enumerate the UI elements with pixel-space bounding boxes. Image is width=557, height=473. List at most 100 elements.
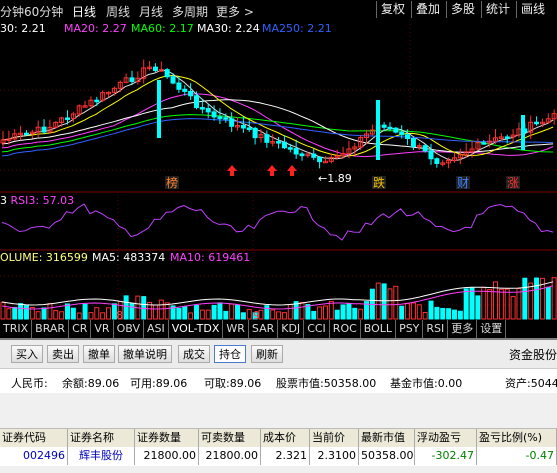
candle: [434, 158, 440, 164]
column-header[interactable]: 最新市值: [359, 429, 415, 447]
account-summary: 人民币: 余额:89.06 可用:89.06 可取:89.06 股票市值:503…: [0, 369, 557, 393]
cancel-help-button[interactable]: 撤单说明: [118, 345, 172, 363]
indicator-tab-more[interactable]: 更多: [448, 320, 478, 338]
rsi-legend: 3 RSI3: 57.03: [0, 194, 74, 207]
indicator-tab-rsi[interactable]: RSI: [423, 320, 449, 338]
indicator-tab-sar[interactable]: SAR: [249, 320, 279, 338]
timeframe-more[interactable]: 更多 >: [216, 3, 254, 20]
column-header[interactable]: 浮动盈亏: [415, 429, 477, 447]
candle: [534, 121, 540, 125]
volume-bar: [276, 311, 282, 320]
deals-button[interactable]: 成交: [178, 345, 210, 363]
column-header[interactable]: 证券名称: [68, 429, 135, 447]
volume-bar: [41, 307, 47, 320]
volume-bar: [88, 312, 94, 320]
balance-value: 余额:89.06: [62, 377, 120, 390]
cancel-order-button[interactable]: 撤单: [83, 345, 115, 363]
indicator-tab-asi[interactable]: ASI: [144, 320, 169, 338]
timeframe-minute[interactable]: 分钟: [0, 3, 24, 20]
table-cell: 50358.00: [359, 447, 415, 465]
sell-button[interactable]: 卖出: [47, 345, 79, 363]
total-assets-value: 资产:5044: [505, 377, 557, 390]
volume-bar: [346, 302, 352, 320]
positions-button[interactable]: 持仓: [214, 345, 246, 363]
min-price-label: ←1.89: [318, 172, 352, 185]
candle: [428, 150, 434, 160]
volume-bar: [340, 304, 346, 320]
volume-bar: [70, 307, 76, 320]
volume-bar: [188, 312, 194, 320]
volume-bar: [381, 283, 387, 320]
column-header[interactable]: 证券代码: [0, 429, 68, 447]
buy-button[interactable]: 买入: [11, 345, 43, 363]
table-cell: -0.47: [477, 447, 557, 465]
timeframe-daily[interactable]: 日线: [72, 3, 96, 20]
statistics-button[interactable]: 统计: [481, 1, 514, 18]
volume-bar: [481, 286, 487, 320]
funds-shares-label[interactable]: 资金股份: [509, 346, 557, 363]
volume-bar: [12, 306, 18, 320]
indicator-tab-psy[interactable]: PSY: [396, 320, 424, 338]
event-label[interactable]: 榜: [166, 175, 178, 190]
indicator-tab-vr[interactable]: VR: [91, 320, 114, 338]
column-header[interactable]: 证券数量: [135, 429, 199, 447]
indicator-tab-kdj[interactable]: KDJ: [278, 320, 305, 338]
volume-bar: [281, 312, 287, 320]
table-cell: 21800.00: [135, 447, 199, 465]
event-label[interactable]: 财: [457, 176, 469, 190]
positions-table-header: 证券代码 证券名称 证券数量 可卖数量 成本价 当前价 最新市值 浮动盈亏 盈亏比例(%): [0, 428, 557, 448]
indicator-tab-obv[interactable]: OBV: [114, 320, 144, 338]
candle: [229, 118, 235, 127]
ma5-line: [1, 69, 554, 162]
candle: [41, 126, 47, 133]
indicator-tab-roc[interactable]: ROC: [330, 320, 361, 338]
timeframe-60min[interactable]: 60分钟: [24, 3, 63, 20]
ma-legend: 30: 2.21 MA20: 2.27 MA60: 2.17 MA30: 2.2…: [0, 22, 557, 36]
indicator-tab-brar[interactable]: BRAR: [32, 320, 70, 338]
candle: [246, 127, 252, 130]
trade-toolbar: 买入 卖出 撤单 撤单说明 成交 持仓 刷新 资金股份: [0, 340, 557, 369]
refresh-button[interactable]: 刷新: [251, 345, 283, 363]
column-header[interactable]: 成本价: [261, 429, 310, 447]
volume-bar: [469, 287, 475, 320]
event-label[interactable]: 涨: [507, 175, 519, 190]
event-label[interactable]: 跌: [373, 175, 385, 190]
candle: [164, 69, 170, 78]
table-row[interactable]: 002496 辉丰股份 21800.00 21800.00 2.321 2.3100 503…: [0, 447, 557, 466]
volume-bar: [152, 304, 158, 320]
table-cell: 辉丰股份: [68, 447, 135, 465]
timeframe-multi[interactable]: 多周期: [172, 3, 208, 20]
currency-label: 人民币:: [11, 377, 48, 390]
multi-stock-button[interactable]: 多股: [446, 1, 479, 18]
candle: [287, 147, 293, 150]
volume-bar: [158, 299, 164, 320]
indicator-tab-cr[interactable]: CR: [69, 320, 92, 338]
indicator-tab-trix[interactable]: TRIX: [0, 320, 33, 338]
candle: [211, 111, 217, 118]
column-header[interactable]: 可卖数量: [199, 429, 261, 447]
draw-line-button[interactable]: 画线: [516, 1, 549, 18]
ma-legend-item: MA250: 2.21: [262, 22, 332, 35]
volume-bar: [270, 309, 276, 320]
volume-bar: [35, 311, 41, 320]
candle: [376, 100, 380, 160]
volume-bar: [440, 307, 446, 320]
column-header[interactable]: 当前价: [310, 429, 359, 447]
timeframe-weekly[interactable]: 周线: [106, 3, 130, 20]
volume-bar: [516, 287, 522, 320]
indicator-tab-vol-tdx[interactable]: VOL-TDX: [169, 320, 224, 338]
indicator-tab-settings[interactable]: 设置: [477, 320, 507, 338]
price-chart[interactable]: ←1.89 榜 跌 财 涨 3 RSI3: 57.03 OLUME: 316599 MA5: …: [0, 20, 557, 320]
timeframe-monthly[interactable]: 月线: [139, 3, 163, 20]
indicator-tab-wr[interactable]: WR: [223, 320, 249, 338]
adjust-button[interactable]: 复权: [376, 1, 409, 18]
volume-bar: [487, 289, 493, 320]
indicator-tab-boll[interactable]: BOLL: [361, 320, 397, 338]
indicator-tab-cci[interactable]: CCI: [304, 320, 330, 338]
column-header[interactable]: 盈亏比例(%): [477, 429, 557, 447]
candle: [193, 95, 199, 109]
volume-bar: [100, 312, 106, 320]
volume-bar: [475, 295, 481, 320]
overlay-button[interactable]: 叠加: [411, 1, 444, 18]
volume-bar: [176, 307, 182, 320]
